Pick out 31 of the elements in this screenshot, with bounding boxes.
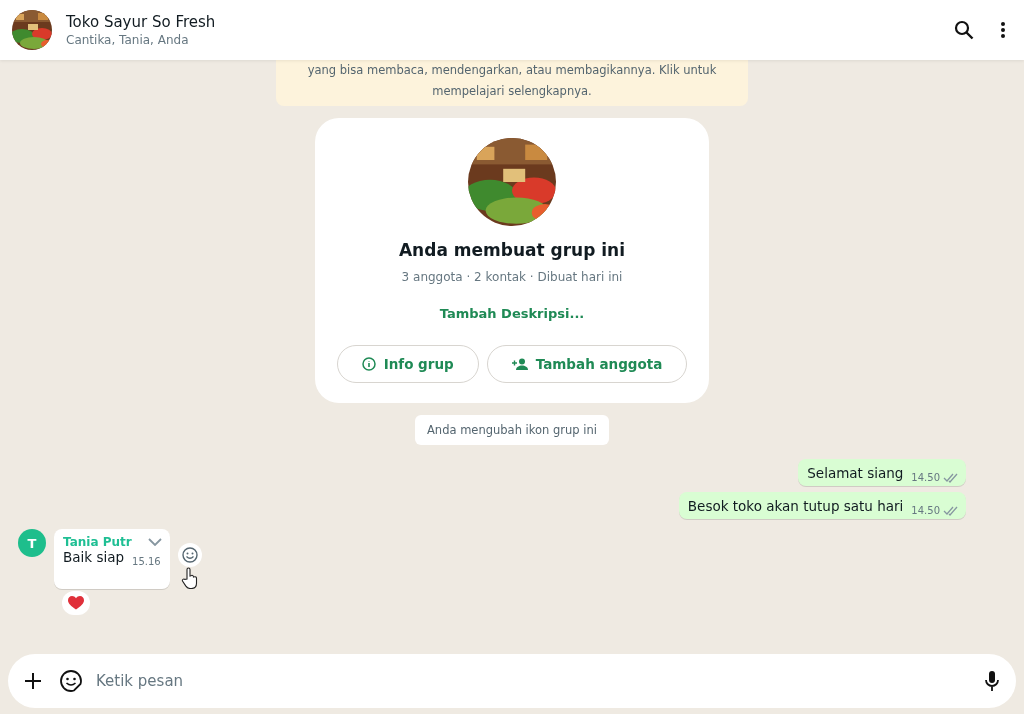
message-time: 14.50 xyxy=(911,505,958,516)
encryption-notice[interactable]: yang bisa membaca, mendengarkan, atau membagikannya. Klik untuk mempelajari selengkapnya. xyxy=(276,60,748,106)
composer-bar[interactable]: Ketik pesan xyxy=(8,654,1016,708)
search-icon xyxy=(954,20,974,40)
sticker-icon xyxy=(60,670,82,692)
add-member-button[interactable]: Tambah anggota xyxy=(486,345,688,383)
message-text: Besok toko akan tutup satu hari xyxy=(687,498,904,514)
reaction-badge[interactable] xyxy=(62,591,90,615)
message-time: 15.16 xyxy=(132,556,161,567)
message-time: 14.50 xyxy=(911,472,958,483)
smiley-icon xyxy=(181,547,198,563)
add-description-link[interactable]: Tambah Deskripsi... xyxy=(439,306,585,321)
chat-title: Toko Sayur So Fresh xyxy=(66,13,217,31)
sender-name: Tania Putr xyxy=(63,535,132,549)
plus-icon xyxy=(24,672,42,690)
hand-cursor-icon xyxy=(180,567,199,589)
microphone-icon xyxy=(984,670,1000,692)
add-person-icon xyxy=(511,358,528,370)
react-button[interactable] xyxy=(177,543,202,567)
more-icon xyxy=(1000,21,1006,39)
heart-icon xyxy=(68,596,84,610)
sender-avatar: T xyxy=(18,529,46,557)
info-icon xyxy=(361,357,376,371)
chevron-down-icon[interactable] xyxy=(147,538,162,546)
card-title: Anda membuat grup ini xyxy=(398,240,626,260)
group-meta: 3 anggota · 2 kontak · Dibuat hari ini xyxy=(401,270,623,284)
group-info-button[interactable]: Info grup xyxy=(336,345,479,383)
message-text: Baik siap xyxy=(63,549,125,565)
system-message: Anda mengubah ikon grup ini xyxy=(415,415,609,445)
chat-members: Cantika, Tania, Anda xyxy=(66,33,190,47)
message-text: Selamat siang xyxy=(807,465,904,481)
